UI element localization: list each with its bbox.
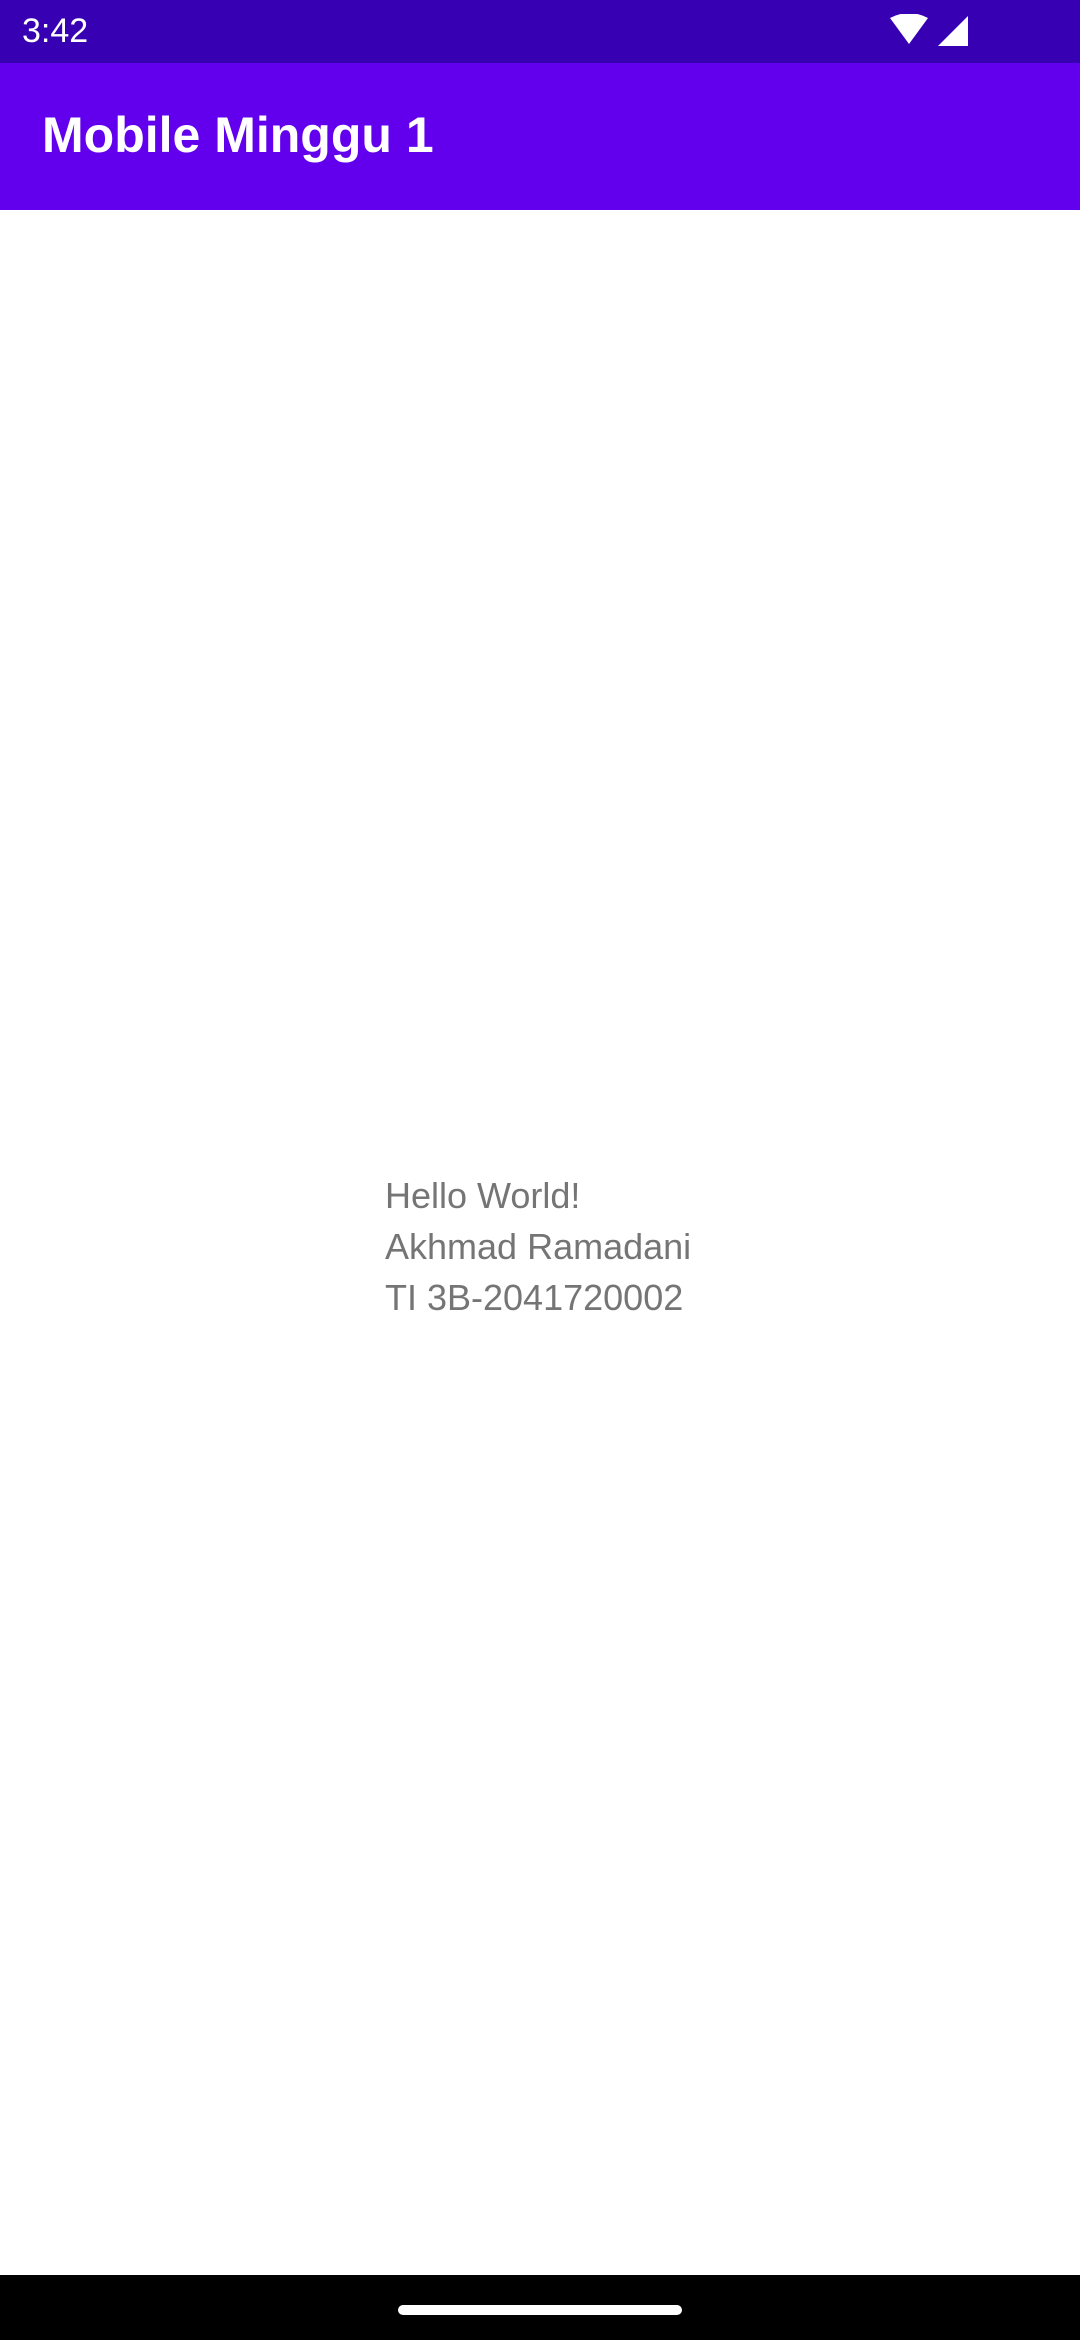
app-title: Mobile Minggu 1 bbox=[42, 107, 434, 163]
main-content: Hello World! Akhmad Ramadani TI 3B-20417… bbox=[0, 210, 1080, 2275]
hello-line: Hello World! bbox=[385, 1175, 581, 1216]
cellular-signal-icon bbox=[938, 16, 968, 46]
home-indicator[interactable] bbox=[398, 2305, 682, 2315]
hello-text-view: Hello World! Akhmad Ramadani TI 3B-20417… bbox=[385, 1170, 691, 1323]
status-bar: 3:42 bbox=[0, 0, 1080, 63]
status-time: 3:42 bbox=[22, 12, 89, 50]
wifi-icon bbox=[890, 14, 928, 44]
status-icons bbox=[890, 14, 970, 48]
name-line: Akhmad Ramadani bbox=[385, 1226, 692, 1267]
app-screen: 3:42 Mobile Minggu 1 Hello World! Akhmad… bbox=[0, 0, 1080, 2340]
class-id-line: TI 3B-2041720002 bbox=[385, 1277, 684, 1318]
app-bar: Mobile Minggu 1 bbox=[0, 63, 1080, 210]
navigation-bar bbox=[0, 2275, 1080, 2340]
